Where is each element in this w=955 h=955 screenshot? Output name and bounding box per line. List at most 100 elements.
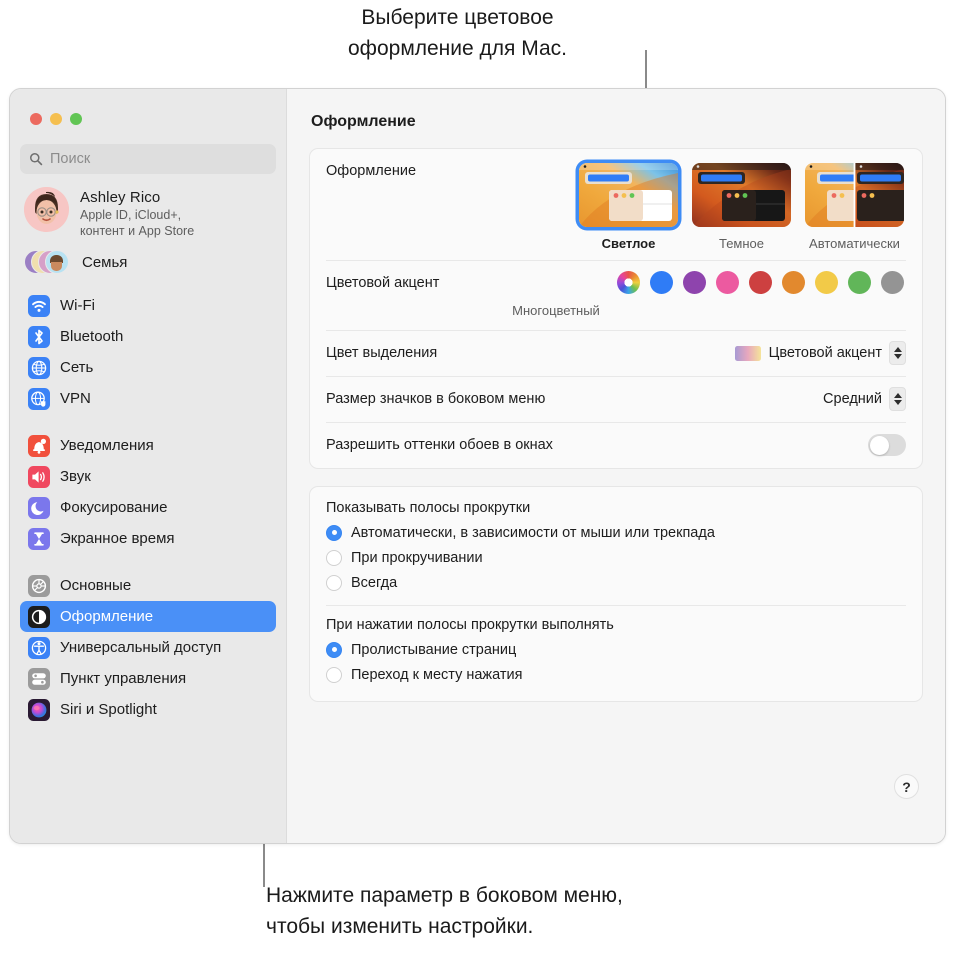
sidebar-item-notifications[interactable]: Уведомления xyxy=(20,430,276,461)
search-icon xyxy=(30,153,43,166)
radio-button[interactable] xyxy=(326,574,342,591)
avatar xyxy=(24,187,69,232)
theme-thumbnail-light xyxy=(579,163,678,227)
accent-swatch-purple[interactable] xyxy=(683,271,706,294)
theme-options: Светлое Темное Автоматически xyxy=(579,163,906,251)
system-settings-window: Поиск Ashley Rico Apple ID, iCloud+, кон… xyxy=(9,88,946,844)
radio-button[interactable] xyxy=(326,524,342,541)
sidebar-icon-size-value: Средний xyxy=(823,391,882,407)
main-content: Оформление Оформление Светлое Темное Авт… xyxy=(287,89,945,843)
radio-label: При прокручивании xyxy=(351,549,483,566)
sidebar-group-preferences: Основные Оформление Универсальный доступ… xyxy=(20,570,276,725)
page-title: Оформление xyxy=(311,113,416,130)
sidebar-item-focus[interactable]: Фокусирование xyxy=(20,492,276,523)
sidebar-item-label: Уведомления xyxy=(60,437,154,454)
sidebar-group-network: Wi-Fi Bluetooth Сеть VPN xyxy=(20,290,276,414)
sidebar-item-appearance[interactable]: Оформление xyxy=(20,601,276,632)
family-label: Семья xyxy=(82,253,128,271)
theme-thumbnail-auto xyxy=(805,163,904,227)
appearance-label: Оформление xyxy=(326,163,417,179)
scrollbar-settings-card: Показывать полосы прокрутки Автоматическ… xyxy=(309,486,923,702)
accent-color-label: Цветовой акцент xyxy=(326,274,440,291)
chevron-up-icon xyxy=(893,347,902,352)
sidebar-item-label: Фокусирование xyxy=(60,499,168,516)
wallpaper-tinting-label: Разрешить оттенки обоев в окнах xyxy=(326,437,553,453)
accent-swatch-green[interactable] xyxy=(848,271,871,294)
sidebar-item-apple-account[interactable]: Ashley Rico Apple ID, iCloud+, контент и… xyxy=(20,174,276,239)
sidebar-item-sound[interactable]: Звук xyxy=(20,461,276,492)
accent-swatch-orange[interactable] xyxy=(782,271,805,294)
sidebar-item-bluetooth[interactable]: Bluetooth xyxy=(20,321,276,352)
highlight-color-row: Цвет выделения Цветовой акцент xyxy=(310,330,922,376)
zoom-button[interactable] xyxy=(70,113,82,125)
account-name: Ashley Rico xyxy=(80,189,161,206)
theme-option-light[interactable]: Светлое xyxy=(579,163,678,251)
accent-swatch-blue[interactable] xyxy=(650,271,673,294)
highlight-color-swatch xyxy=(734,345,761,361)
account-subtitle: Apple ID, iCloud+, контент и App Store xyxy=(80,208,195,238)
accent-swatch-yellow[interactable] xyxy=(815,271,838,294)
search-input[interactable]: Поиск xyxy=(20,144,276,174)
sidebar-item-screen-time[interactable]: Экранное время xyxy=(20,523,276,554)
accent-swatch-pink[interactable] xyxy=(716,271,739,294)
radio-label: Пролистывание страниц xyxy=(351,641,517,658)
wallpaper-tinting-toggle[interactable] xyxy=(868,434,906,456)
radio-label: Всегда xyxy=(351,574,398,591)
wallpaper-tinting-row: Разрешить оттенки обоев в окнах xyxy=(310,422,922,468)
sidebar-icon-size-row: Размер значков в боковом меню Средний xyxy=(310,376,922,422)
callout-top-text: Выберите цветовое оформление для Мас. xyxy=(348,6,567,60)
minimize-button[interactable] xyxy=(50,113,62,125)
theme-option-dark[interactable]: Темное xyxy=(692,163,791,251)
sidebar-item-wifi[interactable]: Wi-Fi xyxy=(20,290,276,321)
theme-option-auto[interactable]: Автоматически xyxy=(805,163,904,251)
radio-scrollbars-when-scrolling[interactable]: При прокручивании xyxy=(326,545,906,570)
accent-swatch-graphite[interactable] xyxy=(881,271,904,294)
divider xyxy=(326,605,906,606)
accent-swatch-multicolor[interactable] xyxy=(617,271,640,294)
highlight-color-popup-button[interactable] xyxy=(889,341,906,365)
radio-scroll-click-jump[interactable]: Переход к месту нажатия xyxy=(326,662,906,687)
bluetooth-icon xyxy=(28,325,50,348)
radio-button[interactable] xyxy=(326,549,342,566)
theme-name: Светлое xyxy=(601,236,656,251)
sidebar-item-accessibility[interactable]: Универсальный доступ xyxy=(20,632,276,663)
appearance-contrast-icon xyxy=(28,605,50,628)
sidebar-item-siri-spotlight[interactable]: Siri и Spotlight xyxy=(20,694,276,725)
radio-scrollbars-always[interactable]: Всегда xyxy=(326,570,906,595)
theme-name: Темное xyxy=(718,236,765,251)
sidebar-item-network[interactable]: Сеть xyxy=(20,352,276,383)
radio-button[interactable] xyxy=(326,641,342,658)
accent-swatch-red[interactable] xyxy=(749,271,772,294)
radio-scrollbars-auto[interactable]: Автоматически, в зависимости от мыши или… xyxy=(326,520,906,545)
highlight-color-label: Цвет выделения xyxy=(326,345,438,361)
accent-color-row: Цветовой акцент Многоцветный xyxy=(310,260,922,330)
radio-scroll-click-page[interactable]: Пролистывание страниц xyxy=(326,637,906,662)
sidebar-icon-size-popup-button[interactable] xyxy=(889,387,906,411)
sidebar-item-general[interactable]: Основные xyxy=(20,570,276,601)
callout-bottom-text: Нажмите параметр в боковом меню, чтобы и… xyxy=(266,884,623,938)
family-avatars-icon xyxy=(24,249,70,275)
sidebar: Поиск Ashley Rico Apple ID, iCloud+, кон… xyxy=(10,89,287,843)
window-traffic-lights xyxy=(20,89,276,125)
radio-button[interactable] xyxy=(326,666,342,683)
appearance-row: Оформление Светлое Темное Автоматически xyxy=(310,149,922,260)
wifi-icon xyxy=(28,294,50,317)
theme-thumbnail-dark xyxy=(692,163,791,227)
sidebar-item-label: Wi-Fi xyxy=(60,297,95,314)
vpn-icon xyxy=(28,387,50,410)
speaker-icon xyxy=(28,465,50,488)
sidebar-item-label: Bluetooth xyxy=(60,328,124,345)
sidebar-item-family[interactable]: Семья xyxy=(20,239,276,275)
sidebar-item-label: Пункт управления xyxy=(60,670,187,687)
appearance-settings-card: Оформление Светлое Темное Автоматически … xyxy=(309,148,923,469)
chevron-down-icon xyxy=(893,354,902,359)
sidebar-group-system: Уведомления Звук Фокусирование Экранное … xyxy=(20,430,276,554)
sidebar-item-label: Оформление xyxy=(60,608,154,625)
screenshot-root: Выберите цветовое оформление для Мас. На… xyxy=(0,0,955,955)
help-button[interactable]: ? xyxy=(894,774,919,799)
accent-color-swatches xyxy=(617,271,906,294)
chevron-down-icon xyxy=(893,400,902,405)
sidebar-item-control-center[interactable]: Пункт управления xyxy=(20,663,276,694)
sidebar-item-vpn[interactable]: VPN xyxy=(20,383,276,414)
close-button[interactable] xyxy=(30,113,42,125)
